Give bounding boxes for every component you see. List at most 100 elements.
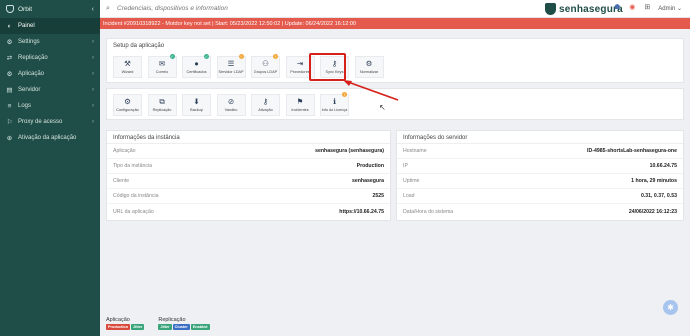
- user-menu[interactable]: Admin ⌄: [658, 5, 682, 12]
- chevron-right-icon: ›: [92, 55, 94, 61]
- tile-label: Wizard: [121, 70, 134, 74]
- tile-icon: ⬇: [193, 97, 200, 106]
- info-label: Código da instância: [113, 193, 159, 199]
- tile-label: Replicação: [152, 108, 172, 112]
- dashboard-icon: ◐: [7, 22, 12, 30]
- status-badge: Production: [106, 324, 131, 330]
- collapse-sidebar-icon[interactable]: ‹: [92, 6, 94, 13]
- info-value: senhasegura: [351, 178, 384, 184]
- server-info-rows: Hostname ID-4985-shortsLab-senhasegura-on…: [397, 144, 683, 219]
- tile-label: Vandbo: [224, 108, 238, 112]
- footer-tags: Jitter Cluster Enabled: [158, 324, 210, 330]
- footer-tags: Production Jitter: [106, 324, 145, 330]
- help-button[interactable]: ✱: [663, 300, 678, 315]
- tile-label: Provedores: [290, 70, 310, 74]
- grid-icon[interactable]: ⊞: [643, 4, 651, 12]
- tile-icon: ⚇: [262, 59, 269, 68]
- warning-badge-icon: !: [273, 54, 278, 59]
- instance-info-panel: Informações da instância Aplicação senhas…: [106, 130, 391, 221]
- tile-servidor-ldap[interactable]: ☰ Servidor LDAP!: [216, 54, 246, 78]
- tile-vandbo[interactable]: ⊘ Vandbo: [216, 94, 246, 116]
- info-value: 1 hora, 29 minutos: [631, 178, 677, 184]
- info-row: URL da aplicação https://10.66.24.75: [107, 204, 390, 219]
- info-label: Tipo da instância: [113, 163, 153, 169]
- tile-certificados[interactable]: ● Certificados ✓: [182, 54, 211, 78]
- replication-icon: ⇄: [6, 54, 13, 62]
- tile-icon: ⚷: [262, 97, 269, 106]
- info-row: Uptime 1 hora, 29 minutos: [397, 174, 683, 189]
- footer-group: Replicação Jitter Cluster Enabled: [158, 317, 210, 330]
- user-group-icon[interactable]: ◉: [628, 4, 636, 12]
- tile-replica-o[interactable]: ⧉ Replicação: [147, 94, 177, 116]
- tile-configura-o[interactable]: ⚙ Configuração: [113, 94, 142, 116]
- info-label: Aplicação: [113, 148, 136, 154]
- sidebar-item-label: Replicação: [18, 55, 48, 61]
- mouse-cursor-icon: ↖: [379, 103, 386, 112]
- info-value: 2525: [372, 193, 384, 199]
- status-badge: Cluster: [172, 324, 190, 330]
- info-value: https://10.66.24.75: [339, 208, 384, 215]
- tile-icon: ⚙: [124, 97, 131, 106]
- info-label: URL da aplicação: [113, 208, 154, 215]
- setup-panel: Setup da aplicação ⚒ Wizard ✉ Correio ✓ ● Cert…: [106, 38, 684, 83]
- info-label: IP: [403, 163, 408, 169]
- tile-ativa-o[interactable]: ⚷ Ativação: [251, 94, 280, 116]
- tile-backup[interactable]: ⬇ Backup: [182, 94, 211, 116]
- tile-incidentes[interactable]: ⚑ Incidentes: [285, 94, 315, 116]
- tile-icon: ⇥: [296, 59, 304, 68]
- tile-label: Incidentes: [291, 108, 309, 112]
- logs-icon: ≡: [7, 102, 12, 110]
- info-row: Aplicação senhasegura (senhasegura): [107, 144, 390, 159]
- sidebar-item-aplica-o[interactable]: ⚙ Aplicação ›: [0, 66, 100, 82]
- activation-icon: ⊕: [6, 134, 13, 142]
- sync-keys-highlight: [309, 53, 346, 81]
- info-value: ID-4985-shortsLab-senhasegura-one: [587, 148, 677, 154]
- search-icon: ⌕: [106, 4, 110, 12]
- chevron-right-icon: ›: [92, 71, 94, 77]
- tile-wizard[interactable]: ⚒ Wizard: [113, 56, 142, 78]
- incident-text: Incident #20910318922 - Motdor key not s…: [103, 20, 356, 27]
- info-label: Hostname: [403, 148, 427, 154]
- info-value: 24/06/2022 16:12:23: [628, 208, 677, 215]
- tile-label: Grupos LDAP: [253, 70, 278, 74]
- sidebar-item-label: Ativação da aplicação: [18, 135, 77, 141]
- tile-correio[interactable]: ✉ Correio ✓: [147, 54, 177, 78]
- check-badge-icon: ✓: [204, 54, 209, 59]
- topbar-actions: ☗ ◉ ⊞ Admin ⌄: [613, 4, 682, 12]
- sidebar: Orbit ‹ ◐ Painel ⚙ Settings › ⇄ Replicação › ⚙ Ap…: [0, 0, 100, 336]
- setup-title: Setup da aplicação: [113, 43, 165, 49]
- sidebar-item-replica-o[interactable]: ⇄ Replicação ›: [0, 50, 100, 66]
- info-value: 10.66.24.75: [649, 163, 677, 169]
- sidebar-item-painel[interactable]: ◐ Painel: [0, 18, 100, 34]
- org-switcher[interactable]: Orbit ‹: [0, 0, 100, 18]
- sidebar-item-label: Servidor: [18, 87, 41, 93]
- sidebar-item-logs[interactable]: ≡ Logs ›: [0, 98, 100, 114]
- sidebar-item-servidor[interactable]: ▤ Servidor ›: [0, 82, 100, 98]
- shield-icon: [545, 3, 556, 15]
- tile-icon: ℹ: [333, 97, 336, 106]
- search-input[interactable]: [117, 5, 337, 12]
- org-name: Orbit: [18, 5, 33, 13]
- check-badge-icon: ✓: [169, 54, 175, 59]
- tile-normalizar[interactable]: ⚙ Normalizar: [354, 56, 384, 78]
- chevron-down-icon: ⌄: [676, 5, 682, 12]
- info-row: Data/Hora do sistema 24/06/2022 16:12:23: [397, 204, 683, 219]
- robot-icon[interactable]: ☗: [613, 4, 621, 12]
- status-badge: Jitter: [158, 324, 172, 330]
- sidebar-item-settings[interactable]: ⚙ Settings ›: [0, 34, 100, 50]
- sidebar-item-label: Aplicação: [18, 71, 45, 77]
- info-value: Production: [356, 163, 384, 169]
- org-logo-icon: [6, 5, 14, 13]
- incident-banner[interactable]: Incident #20910318922 - Motdor key not s…: [100, 18, 690, 29]
- chevron-right-icon: ›: [92, 119, 94, 125]
- server-info-title: Informações do servidor: [397, 131, 683, 144]
- tile-label: Servidor LDAP: [218, 70, 244, 74]
- footer-group: Aplicação Production Jitter: [106, 317, 145, 330]
- sidebar-nav: ◐ Painel ⚙ Settings › ⇄ Replicação › ⚙ Aplicação ›…: [0, 18, 100, 146]
- info-label: Load: [403, 193, 415, 199]
- sidebar-item-ativa-o-da-aplica-o[interactable]: ⊕ Ativação da aplicação: [0, 130, 100, 146]
- proxy-icon: ⚐: [6, 118, 13, 126]
- info-row: IP 10.66.24.75: [397, 159, 683, 174]
- sidebar-item-proxy-de-acesso[interactable]: ⚐ Proxy de acesso ›: [0, 114, 100, 130]
- tile-grupos-ldap[interactable]: ⚇ Grupos LDAP!: [251, 54, 280, 78]
